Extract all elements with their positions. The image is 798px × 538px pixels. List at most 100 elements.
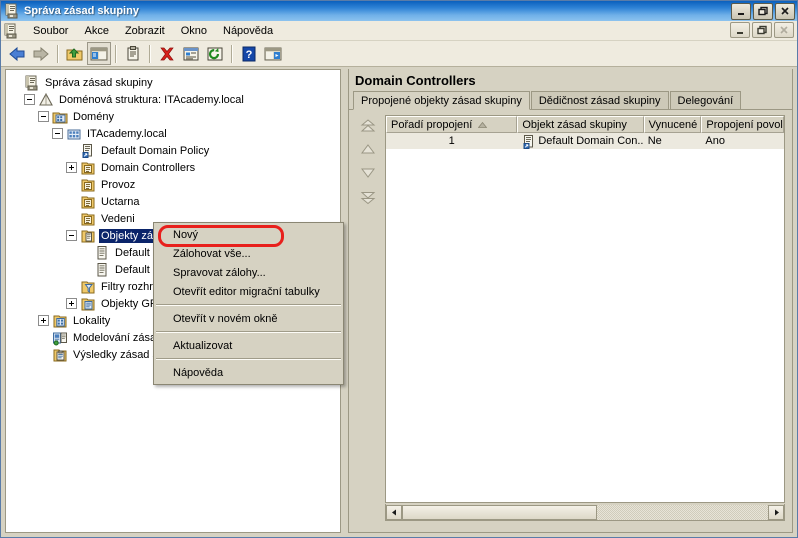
help-icon[interactable]: ? (237, 42, 261, 65)
context-menu[interactable]: Nový Zálohovat vše... Spravovat zálohy... O… (153, 222, 344, 385)
gpo-link-icon (80, 143, 96, 159)
child-close-button[interactable] (774, 22, 794, 38)
tree-node[interactable]: ITAcademy.local (10, 125, 340, 142)
delete-icon[interactable] (155, 42, 179, 65)
link-order-buttons (355, 119, 381, 229)
move-to-top-icon[interactable] (359, 119, 377, 132)
mdi-child-controls (730, 22, 794, 38)
refresh-icon[interactable] (203, 42, 227, 65)
column-header-label: Objekt zásad skupiny (522, 119, 627, 131)
context-menu-item[interactable]: Otevřít v novém okně (154, 309, 343, 328)
tab-2[interactable]: Delegování (669, 91, 742, 109)
forward-icon[interactable] (29, 42, 53, 65)
mdi-child-window-icon[interactable] (3, 23, 19, 39)
domains-icon (52, 109, 68, 125)
gp-results-icon (52, 347, 68, 363)
main-toolbar: ? (1, 41, 797, 67)
show-hide-tree-icon[interactable] (87, 42, 111, 65)
scroll-left-button[interactable] (386, 504, 402, 520)
expand-plus-icon[interactable] (38, 315, 49, 326)
collapse-minus-icon[interactable] (24, 94, 35, 105)
cell-gpo: Default Domain Con... (517, 133, 644, 149)
tab-0[interactable]: Propojené objekty zásad skupiny (353, 91, 530, 110)
tab-strip: Propojené objekty zásad skupiny Dědičnost… (349, 91, 792, 110)
move-to-bottom-icon[interactable] (359, 191, 377, 205)
collapse-minus-icon[interactable] (52, 128, 63, 139)
context-menu-item[interactable]: Otevřít editor migrační tabulky (154, 282, 343, 301)
menu-zobrazit[interactable]: Zobrazit (117, 23, 173, 39)
minimize-button[interactable] (731, 2, 751, 20)
tree-node[interactable]: Správa zásad skupiny (10, 74, 340, 91)
maximize-button[interactable] (753, 2, 773, 20)
collapse-minus-icon[interactable] (38, 111, 49, 122)
tree-node-label: Lokality (73, 314, 111, 327)
back-icon[interactable] (5, 42, 29, 65)
menu-okno[interactable]: Okno (173, 23, 215, 39)
linked-gpos-list[interactable]: Pořadí propojení Objekt zásad skupiny Vynu… (385, 115, 785, 503)
show-action-pane-icon[interactable] (261, 42, 285, 65)
tree-node-label: Správa zásad skupiny (45, 76, 153, 89)
horizontal-scrollbar[interactable] (385, 504, 785, 521)
wmi-filter-icon (80, 279, 96, 295)
scroll-right-button[interactable] (768, 504, 784, 520)
gpo-container-icon (80, 228, 96, 244)
tree-node-label: Default Domain Policy (101, 144, 210, 157)
toolbar-separator (57, 44, 59, 63)
collapse-minus-icon[interactable] (66, 230, 77, 241)
gpmc-window: Správa zásad skupiny Soubor Akce Zobrazi… (0, 0, 798, 538)
menu-soubor[interactable]: Soubor (25, 23, 76, 39)
context-menu-item[interactable]: Aktualizovat (154, 336, 343, 355)
context-menu-item[interactable]: Nový (154, 225, 343, 244)
child-restore-button[interactable] (752, 22, 772, 38)
tree-node[interactable]: Uctarna (10, 193, 340, 210)
window-title: Správa zásad skupiny (24, 5, 139, 17)
report-icon[interactable] (179, 42, 203, 65)
scrollbar-track[interactable] (597, 504, 768, 520)
expand-plus-icon[interactable] (66, 162, 77, 173)
tree-node[interactable]: Default Domain Policy (10, 142, 340, 159)
close-button[interactable] (775, 2, 795, 20)
tree-node-label: ITAcademy.local (87, 127, 167, 140)
column-header-label: Propojení povol (706, 119, 783, 131)
context-menu-item[interactable]: Nápověda (154, 363, 343, 382)
context-menu-separator (156, 304, 341, 306)
tree-node[interactable]: Provoz (10, 176, 340, 193)
sort-ascending-icon (478, 119, 488, 131)
context-menu-separator (156, 358, 341, 360)
details-pane: Domain Controllers Propojené objekty zás… (348, 69, 793, 533)
child-minimize-button[interactable] (730, 22, 750, 38)
up-folder-icon[interactable] (63, 42, 87, 65)
column-header[interactable]: Vynucené (643, 116, 702, 133)
ou-icon (80, 194, 96, 210)
workspace: Správa zásad skupiny Doménová struktura: … (2, 68, 796, 537)
column-header[interactable]: Propojení povol (701, 116, 784, 133)
table-row[interactable]: 1 Default Domain Con... Ne Ano (386, 133, 784, 149)
column-header[interactable]: Pořadí propojení (386, 116, 518, 133)
expand-plus-icon[interactable] (66, 298, 77, 309)
tree-node[interactable]: Domain Controllers (10, 159, 340, 176)
scrollbar-thumb[interactable] (402, 504, 597, 520)
gpo-icon (94, 262, 110, 278)
domain-icon (66, 126, 82, 142)
tree-node-label: Doménová struktura: ITAcademy.local (59, 93, 244, 106)
tab-1[interactable]: Dědičnost zásad skupiny (530, 91, 669, 109)
menu-akce[interactable]: Akce (76, 23, 116, 39)
forest-icon (38, 92, 54, 108)
tree-node-label: Vedeni (101, 212, 135, 225)
tree-node[interactable]: Doménová struktura: ITAcademy.local (10, 91, 340, 108)
context-menu-item[interactable]: Spravovat zálohy... (154, 263, 343, 282)
cell-gpo-label: Default Domain Con... (538, 135, 644, 147)
move-down-icon[interactable] (359, 167, 377, 179)
menu-napoveda[interactable]: Nápověda (215, 23, 281, 39)
column-header[interactable]: Objekt zásad skupiny (517, 116, 644, 133)
starter-gpo-icon (80, 296, 96, 312)
properties-clipboard-icon[interactable] (121, 42, 145, 65)
tree-node[interactable]: Domény (10, 108, 340, 125)
gpmc-console-icon (24, 75, 40, 91)
move-up-icon[interactable] (359, 143, 377, 155)
context-menu-item[interactable]: Zálohovat vše... (154, 244, 343, 263)
